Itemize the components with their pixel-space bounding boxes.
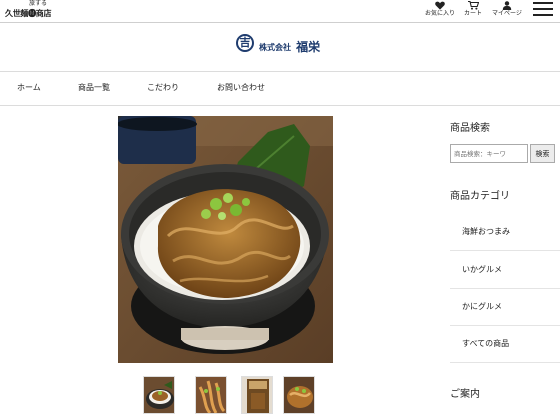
- search-button[interactable]: 検索: [530, 144, 555, 163]
- main-nav: ホーム 商品一覧 こだわり お問い合わせ: [0, 71, 560, 106]
- cart-icon: [467, 1, 479, 10]
- product-thumbnail-4[interactable]: [283, 376, 315, 414]
- nav-contact[interactable]: お問い合わせ: [217, 82, 265, 93]
- search-input[interactable]: [450, 144, 528, 163]
- mypage-label: マイページ: [492, 10, 522, 17]
- category-label: すべての商品: [462, 339, 510, 348]
- category-heading: 商品カテゴリ: [450, 191, 510, 202]
- category-squid-gourmet[interactable]: いかグルメ: [450, 251, 560, 289]
- company-mark: 吉: [236, 34, 254, 52]
- product-thumbnail-1[interactable]: [143, 376, 175, 414]
- mypage-button[interactable]: マイページ: [487, 1, 527, 18]
- user-icon: [502, 1, 512, 10]
- company-name-main: 福栄: [296, 40, 321, 54]
- site-logo[interactable]: 旅する 久世麺🅜商店: [5, 0, 61, 20]
- product-thumbnail-3[interactable]: [241, 376, 273, 414]
- nav-home[interactable]: ホーム: [17, 82, 41, 93]
- heart-icon: [435, 1, 445, 10]
- category-all-products[interactable]: すべての商品: [450, 325, 560, 363]
- category-label: かにグルメ: [462, 302, 502, 311]
- product-main-image[interactable]: [118, 116, 333, 363]
- nav-products[interactable]: 商品一覧: [78, 82, 110, 93]
- nav-commitment[interactable]: こだわり: [147, 82, 179, 93]
- category-seafood-snacks[interactable]: 海鮮おつまみ: [450, 213, 560, 251]
- category-label: いかグルメ: [462, 265, 502, 274]
- category-crab-gourmet[interactable]: かにグルメ: [450, 288, 560, 326]
- menu-icon[interactable]: [533, 1, 553, 17]
- product-thumbnail-2[interactable]: [195, 376, 227, 414]
- top-bar: 旅する 久世麺🅜商店 お気に入り カート マイページ: [0, 0, 560, 23]
- company-name: 株式会社 福栄: [259, 36, 320, 55]
- logo-tagline: 旅する: [29, 0, 48, 7]
- logo-text: 久世麺🅜商店: [5, 9, 52, 18]
- category-label: 海鮮おつまみ: [462, 227, 510, 236]
- company-name-prefix: 株式会社: [259, 42, 291, 52]
- search-heading: 商品検索: [450, 123, 490, 134]
- info-heading: ご案内: [450, 389, 480, 400]
